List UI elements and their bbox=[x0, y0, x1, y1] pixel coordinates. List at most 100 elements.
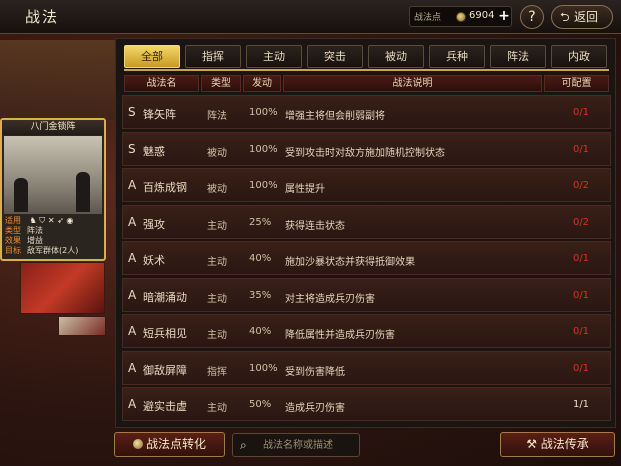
row-type: 被动 bbox=[207, 184, 227, 195]
card-line: 类型 阵法 bbox=[5, 226, 43, 235]
tab-formation[interactable]: 阵法 bbox=[490, 45, 546, 68]
row-description: 增强主将但会削弱副将 bbox=[285, 111, 385, 122]
bow-icon: ➶ bbox=[57, 216, 64, 225]
row-type: 主动 bbox=[207, 220, 227, 232]
coin-icon bbox=[132, 439, 143, 449]
add-points-button[interactable]: + bbox=[497, 9, 511, 24]
row-type: 指挥 bbox=[207, 366, 227, 378]
row-type: 主动 bbox=[207, 257, 227, 268]
card-line: 效果 增益 bbox=[5, 236, 43, 245]
row-description: 受到攻击时对敌方施加随机控制状态 bbox=[285, 147, 445, 159]
row-rate: 35% bbox=[249, 289, 272, 301]
row-type: 被动 bbox=[207, 147, 227, 159]
search-icon: ⌕ bbox=[240, 438, 247, 452]
page-title: 战法 bbox=[25, 8, 60, 26]
row-configurable: 0/2 bbox=[572, 216, 590, 228]
row-grade: A bbox=[128, 178, 137, 192]
tab-active[interactable]: 主动 bbox=[246, 45, 302, 68]
tab-passive[interactable]: 被动 bbox=[368, 45, 424, 68]
table-row[interactable]: A 短兵相见 主动 40% 降低属性并造成兵刃伤害 0/1 bbox=[122, 314, 611, 348]
back-button[interactable]: ⮌ 返回 bbox=[551, 5, 613, 29]
header-configurable: 可配置 bbox=[544, 75, 609, 92]
row-description: 受到伤害降低 bbox=[285, 366, 345, 378]
row-description: 属性提升 bbox=[285, 184, 325, 195]
row-rate: 100% bbox=[249, 362, 278, 374]
row-rate: 40% bbox=[249, 326, 272, 337]
tactic-card-thumbnail[interactable] bbox=[20, 262, 105, 314]
siege-icon: ◉ bbox=[66, 216, 74, 225]
tab-internal[interactable]: 内政 bbox=[551, 45, 607, 68]
background-artwork bbox=[0, 40, 115, 120]
card-line: 适用 ♞ ⛉ ✕ ➶ ◉ bbox=[5, 216, 74, 225]
search-box[interactable]: ⌕ bbox=[232, 433, 360, 457]
row-description: 施加沙暴状态并获得抵御效果 bbox=[285, 257, 415, 268]
tab-all[interactable]: 全部 bbox=[124, 45, 180, 68]
table-row[interactable]: S 锋矢阵 阵法 100% 增强主将但会削弱副将 0/1 bbox=[122, 95, 611, 129]
tactic-detail-card[interactable]: 八门金锁阵 适用 ♞ ⛉ ✕ ➶ ◉ 类型 阵法 效果 增益 目标 敌军群体(2人) bbox=[0, 118, 106, 261]
tab-troop-type[interactable]: 兵种 bbox=[429, 45, 485, 68]
troop-icons: ♞ ⛉ ✕ ➶ ◉ bbox=[30, 216, 74, 225]
table-row[interactable]: A 御敌屏障 指挥 100% 受到伤害降低 0/1 bbox=[122, 350, 611, 385]
row-grade: A bbox=[128, 214, 137, 229]
tactic-artwork bbox=[4, 136, 102, 214]
row-configurable: 0/1 bbox=[572, 253, 590, 264]
table-row[interactable]: A 强攻 主动 25% 获得连击状态 0/2 bbox=[122, 204, 611, 239]
tab-assault[interactable]: 突击 bbox=[307, 45, 363, 68]
tactics-list: S 锋矢阵 阵法 100% 增强主将但会削弱副将 0/1 S 魅惑 被动 100… bbox=[122, 95, 611, 425]
row-grade: S bbox=[128, 105, 136, 119]
row-description: 获得连击状态 bbox=[285, 220, 345, 232]
row-grade: A bbox=[128, 397, 137, 411]
table-row[interactable]: S 魅惑 被动 100% 受到攻击时对敌方施加随机控制状态 0/1 bbox=[122, 131, 611, 166]
row-grade: A bbox=[128, 287, 137, 302]
tactic-card-thumbnail[interactable] bbox=[58, 316, 106, 336]
row-description: 对主将造成兵刃伤害 bbox=[285, 293, 375, 305]
row-name: 锋矢阵 bbox=[143, 108, 176, 121]
row-name: 御敌屏障 bbox=[143, 363, 187, 377]
table-row[interactable]: A 百炼成钢 被动 100% 属性提升 0/2 bbox=[122, 168, 611, 202]
table-row[interactable]: A 妖术 主动 40% 施加沙暴状态并获得抵御效果 0/1 bbox=[122, 241, 611, 275]
row-configurable: 0/1 bbox=[572, 326, 590, 337]
row-name: 百炼成钢 bbox=[143, 181, 187, 194]
table-header: 战法名 类型 发动 战法说明 可配置 bbox=[124, 75, 609, 92]
tactic-points-value: 6904 bbox=[469, 10, 495, 21]
header-type: 类型 bbox=[201, 75, 241, 92]
hammer-icon: ⚒ bbox=[526, 437, 541, 451]
coin-icon bbox=[456, 12, 466, 22]
tab-command[interactable]: 指挥 bbox=[185, 45, 241, 68]
help-button[interactable]: ? bbox=[520, 5, 544, 29]
header-rate: 发动 bbox=[243, 75, 281, 92]
row-rate: 100% bbox=[249, 180, 278, 191]
row-name: 短兵相见 bbox=[143, 327, 187, 340]
row-grade: A bbox=[128, 251, 137, 265]
row-rate: 25% bbox=[249, 216, 272, 228]
tabs-divider bbox=[124, 69, 609, 71]
row-grade: A bbox=[128, 360, 137, 375]
tactic-inherit-button[interactable]: ⚒ 战法传承 bbox=[500, 432, 615, 457]
row-type: 阵法 bbox=[207, 111, 227, 122]
row-configurable: 0/1 bbox=[572, 362, 590, 374]
soldier-figure bbox=[76, 172, 90, 212]
row-grade: A bbox=[128, 324, 137, 338]
row-rate: 50% bbox=[249, 399, 272, 410]
convert-label: 战法点转化 bbox=[145, 437, 206, 451]
row-type: 主动 bbox=[207, 403, 227, 414]
row-type: 主动 bbox=[207, 293, 227, 305]
return-arrow-icon: ⮌ bbox=[560, 10, 570, 24]
shield-icon: ⛉ bbox=[39, 216, 46, 225]
table-row[interactable]: A 暗潮涌动 主动 35% 对主将造成兵刃伤害 0/1 bbox=[122, 277, 611, 312]
row-configurable: 0/2 bbox=[572, 180, 590, 191]
soldier-figure bbox=[14, 178, 28, 212]
row-rate: 40% bbox=[249, 253, 272, 264]
search-input[interactable] bbox=[263, 437, 357, 454]
convert-points-button[interactable]: 战法点转化 bbox=[114, 432, 225, 457]
card-info: 适用 ♞ ⛉ ✕ ➶ ◉ 类型 阵法 效果 增益 目标 敌军群体(2人) bbox=[5, 216, 105, 256]
tactic-points-display: 战法点 6904 + bbox=[409, 6, 512, 27]
cavalry-icon: ♞ bbox=[29, 216, 37, 225]
table-row[interactable]: A 避实击虚 主动 50% 造成兵刃伤害 1/1 bbox=[122, 387, 611, 421]
back-label: 返回 bbox=[574, 10, 599, 24]
card-title: 八门金锁阵 bbox=[2, 120, 104, 135]
category-tabs: 全部 指挥 主动 突击 被动 兵种 阵法 内政 bbox=[124, 45, 609, 69]
tactic-points-label: 战法点 bbox=[414, 13, 442, 23]
row-name: 魅惑 bbox=[143, 144, 165, 158]
row-configurable: 1/1 bbox=[572, 399, 590, 410]
